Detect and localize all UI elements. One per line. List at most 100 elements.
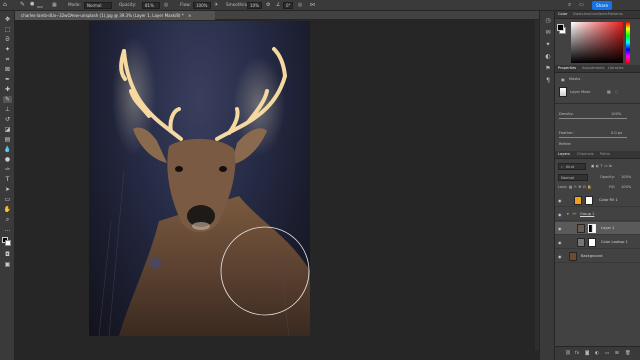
adjustment-icon[interactable]: ◐ bbox=[595, 351, 599, 356]
more-tools-icon[interactable]: … bbox=[3, 226, 12, 233]
layer-row-group[interactable]: ◉ ▾ ▬ Group 1 bbox=[555, 208, 640, 221]
tab-gradients[interactable]: Gradients bbox=[590, 12, 608, 16]
layer-opacity-value[interactable]: 100% bbox=[621, 175, 631, 179]
brush-size-preview[interactable]: ● bbox=[30, 1, 34, 7]
pen-tool-icon[interactable]: ✑ bbox=[3, 166, 12, 173]
document-tab[interactable]: charles-lamb-dUx--32wOAew-unsplash (1).j… bbox=[15, 11, 215, 20]
tab-paths[interactable]: Paths bbox=[600, 152, 610, 156]
spot-heal-tool-icon[interactable]: ✚ bbox=[3, 86, 12, 93]
blend-mode-select[interactable]: Normal bbox=[558, 174, 588, 181]
layer-row-color-fill[interactable]: ◉ Color Fill 1 bbox=[555, 194, 640, 207]
fx-icon[interactable]: fx bbox=[575, 351, 579, 356]
search-icon[interactable]: ⌕ bbox=[568, 1, 571, 9]
tab-layers[interactable]: Layers bbox=[558, 152, 570, 156]
mode-select[interactable]: Normal bbox=[84, 2, 112, 9]
density-value[interactable]: 100% bbox=[611, 112, 621, 116]
blend-mode-value: Normal bbox=[561, 176, 575, 180]
visibility-eye-icon[interactable]: ◉ bbox=[558, 254, 562, 259]
smoothing-settings-icon[interactable]: ⚙ bbox=[266, 2, 270, 8]
masks-icon: ▣ bbox=[561, 77, 565, 82]
link-icon[interactable]: ⛓ bbox=[565, 351, 571, 356]
background-color-swatch[interactable] bbox=[5, 240, 11, 246]
brush-tool-icon[interactable]: ✎ bbox=[3, 96, 12, 103]
mode-label: Mode: bbox=[68, 2, 81, 7]
layer-row-layer1[interactable]: ◉ Layer 1 bbox=[555, 222, 640, 235]
frame-tool-icon[interactable]: ⊠ bbox=[3, 66, 12, 73]
pressure-size-icon[interactable]: ◎ bbox=[298, 2, 302, 8]
photoshop-home-icon[interactable]: ⌂ bbox=[3, 1, 7, 8]
folder-icon[interactable]: ▭ bbox=[605, 351, 609, 356]
zoom-tool-icon[interactable]: ⌕ bbox=[3, 216, 12, 223]
lasso-tool-icon[interactable]: ᘐ bbox=[3, 36, 12, 43]
tab-swatches[interactable]: Swatches bbox=[573, 12, 590, 16]
lock-icons[interactable]: ▦✎✥⊡🔒 bbox=[569, 185, 593, 189]
learn-panel-icon[interactable]: ✦ bbox=[544, 41, 552, 49]
filter-kind-label: Kind bbox=[566, 165, 574, 169]
visibility-eye-icon[interactable]: ◉ bbox=[558, 240, 562, 245]
mask-icon[interactable]: ◙ bbox=[585, 351, 589, 356]
clone-stamp-tool-icon[interactable]: ⊥ bbox=[3, 106, 12, 113]
brush-settings-icon[interactable]: ▦ bbox=[52, 2, 57, 8]
comments-panel-icon[interactable]: ✉ bbox=[544, 29, 552, 37]
filter-icons[interactable]: ▣◐T▭⧉ bbox=[591, 164, 613, 168]
angle-input[interactable]: 0° bbox=[283, 2, 293, 9]
blur-tool-icon[interactable]: 💧 bbox=[3, 146, 12, 153]
tab-properties[interactable]: Properties bbox=[558, 66, 576, 70]
layer-row-background[interactable]: ◉ Background bbox=[555, 250, 640, 263]
screen-mode-icon[interactable]: ▣ bbox=[3, 261, 12, 268]
visibility-eye-icon[interactable]: ◉ bbox=[558, 212, 562, 217]
select-pixel-mask-icon[interactable]: ▦ bbox=[607, 89, 611, 94]
color-panel-foreground-swatch[interactable] bbox=[557, 24, 564, 31]
marquee-tool-icon[interactable]: ⬚ bbox=[3, 26, 12, 33]
share-button[interactable]: Share bbox=[592, 1, 612, 10]
crop-tool-icon[interactable]: ⌗ bbox=[3, 56, 12, 63]
move-tool-icon[interactable]: ✥ bbox=[3, 16, 12, 23]
select-vector-mask-icon[interactable]: ◌ bbox=[615, 89, 619, 94]
visibility-eye-icon[interactable]: ◉ bbox=[558, 226, 562, 231]
paragraph-panel-icon[interactable]: ¶ bbox=[544, 77, 552, 85]
layer-thumbnail bbox=[574, 196, 582, 205]
magic-wand-tool-icon[interactable]: ✦ bbox=[3, 46, 12, 53]
trash-icon[interactable]: 🗑 bbox=[625, 351, 631, 356]
gradient-tool-icon[interactable]: ▤ bbox=[3, 136, 12, 143]
tab-channels[interactable]: Channels bbox=[577, 152, 594, 156]
deer-photo[interactable] bbox=[89, 21, 310, 336]
eyedropper-tool-icon[interactable]: ✒ bbox=[3, 76, 12, 83]
fill-value[interactable]: 100% bbox=[621, 185, 631, 189]
symmetry-icon[interactable]: ⋈ bbox=[310, 2, 315, 8]
smoothing-input[interactable]: 10% bbox=[247, 2, 262, 9]
airbrush-icon[interactable]: ✈ bbox=[214, 2, 218, 8]
brush-preset-icon[interactable]: ✎ bbox=[20, 1, 25, 8]
feather-slider[interactable] bbox=[559, 137, 627, 138]
opacity-input[interactable]: 81% bbox=[142, 2, 160, 9]
canvas-area[interactable] bbox=[15, 20, 539, 360]
history-brush-tool-icon[interactable]: ↺ bbox=[3, 116, 12, 123]
path-select-tool-icon[interactable]: ➤ bbox=[3, 186, 12, 193]
close-tab-icon[interactable]: × bbox=[188, 13, 191, 18]
tab-adjustments[interactable]: Adjustments bbox=[582, 66, 605, 70]
hue-slider[interactable] bbox=[626, 22, 630, 63]
color-picker-field[interactable] bbox=[571, 22, 623, 63]
hand-tool-icon[interactable]: ✋ bbox=[3, 206, 12, 213]
layer-filter-select[interactable]: ⌕ Kind bbox=[558, 163, 586, 170]
visibility-eye-icon[interactable]: ◉ bbox=[558, 198, 562, 203]
type-tool-icon[interactable]: T bbox=[3, 176, 12, 183]
density-slider[interactable] bbox=[559, 118, 627, 119]
tab-libraries[interactable]: Libraries bbox=[608, 66, 624, 70]
quick-mask-icon[interactable]: ◘ bbox=[3, 251, 12, 258]
tab-color[interactable]: Color bbox=[558, 12, 567, 16]
brushes-panel-icon[interactable]: ⚑ bbox=[544, 65, 552, 73]
layer-row-color-lookup[interactable]: ◉ Color Lookup 1 bbox=[555, 236, 640, 249]
eraser-tool-icon[interactable]: ◪ bbox=[3, 126, 12, 133]
shapes-panel-icon[interactable]: ◐ bbox=[544, 53, 552, 61]
history-panel-icon[interactable]: ◷ bbox=[544, 17, 552, 25]
dodge-tool-icon[interactable]: ● bbox=[3, 156, 12, 163]
workspace-icon[interactable]: ▭ bbox=[579, 2, 584, 8]
group-expand-icon[interactable]: ▾ bbox=[567, 212, 569, 216]
rectangle-tool-icon[interactable]: ▭ bbox=[3, 196, 12, 203]
tab-patterns[interactable]: Patterns bbox=[608, 12, 623, 16]
flow-input[interactable]: 100% bbox=[193, 2, 211, 9]
feather-value[interactable]: 0.0 px bbox=[611, 131, 622, 135]
new-layer-icon[interactable]: ⊞ bbox=[615, 351, 619, 356]
pressure-opacity-icon[interactable]: ◎ bbox=[164, 2, 168, 8]
